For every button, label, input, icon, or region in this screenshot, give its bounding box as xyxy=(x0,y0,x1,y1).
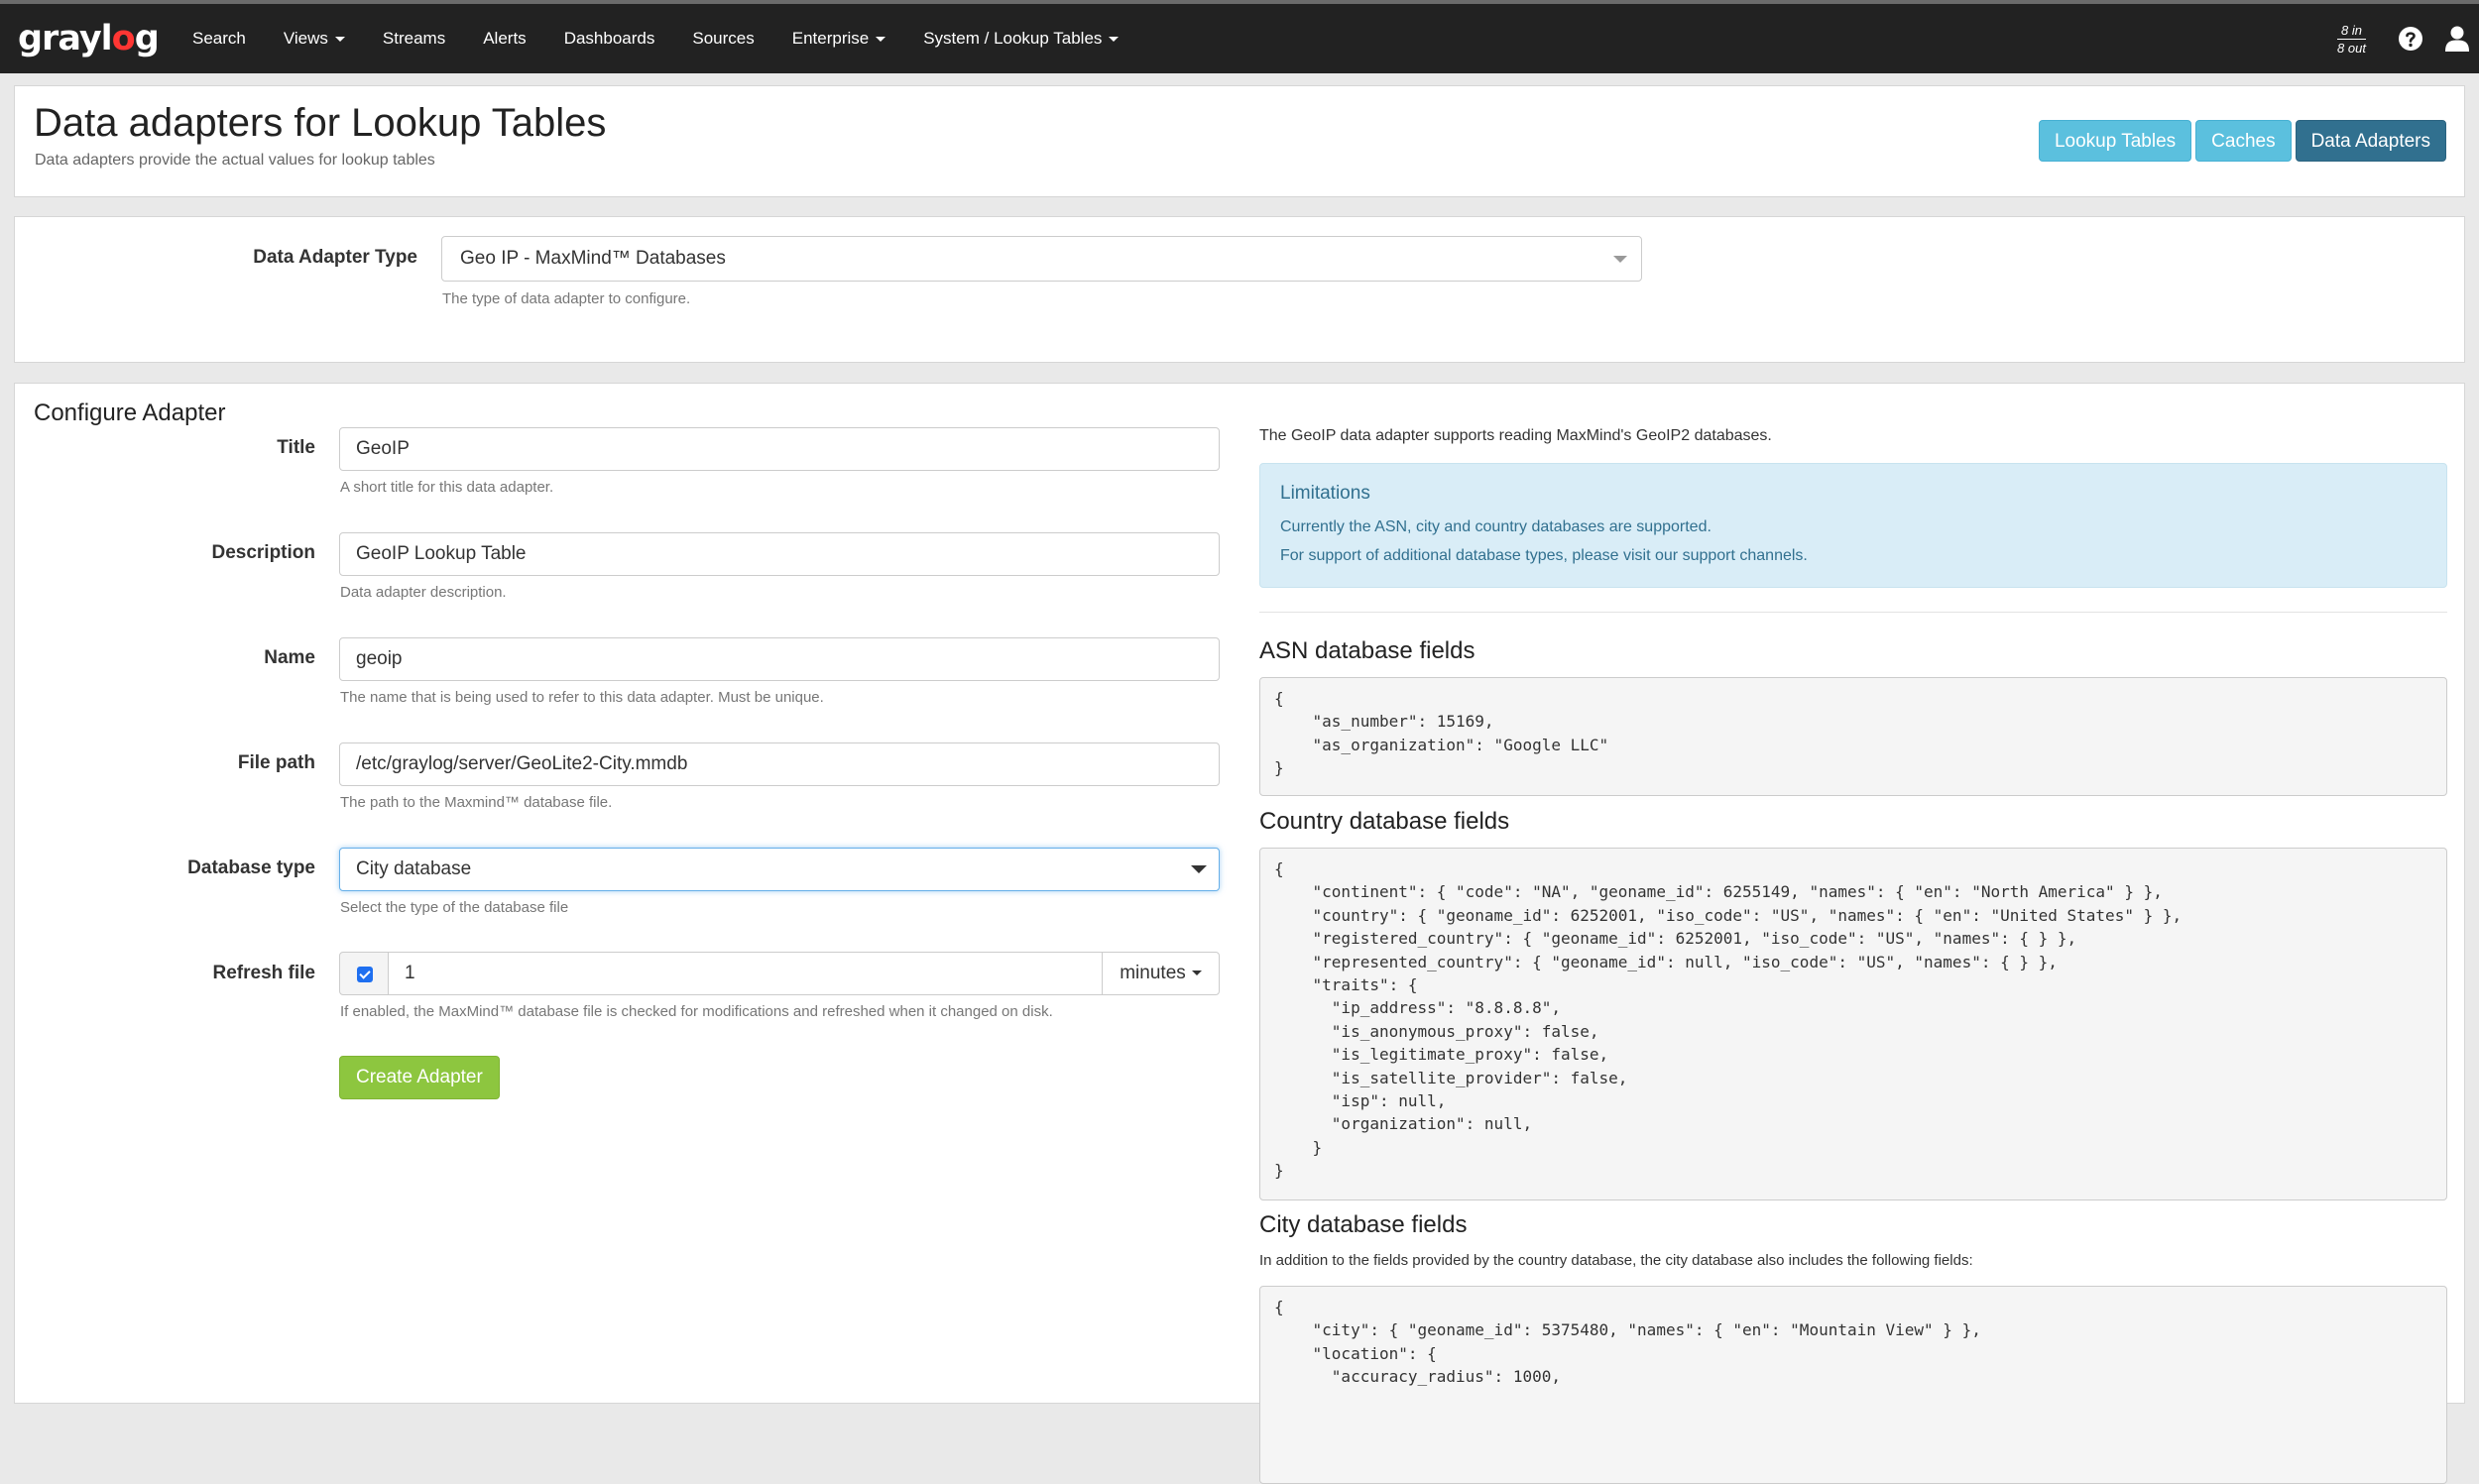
data-adapters-button[interactable]: Data Adapters xyxy=(2295,120,2446,162)
asn-fields-code: { "as_number": 15169, "as_organization":… xyxy=(1259,677,2447,796)
city-fields-note: In addition to the fields provided by th… xyxy=(1259,1252,1973,1269)
chevron-down-icon xyxy=(1109,36,1120,42)
nav-streams[interactable]: Streams xyxy=(364,4,464,73)
file-path-help: The path to the Maxmind™ database file. xyxy=(340,794,613,811)
navbar: graylog Search Views Streams Alerts Dash… xyxy=(0,4,2479,73)
refresh-unit-dropdown[interactable]: minutes xyxy=(1102,952,1220,995)
configure-adapter-panel: Configure Adapter Title GeoIP A short ti… xyxy=(14,383,2465,1484)
city-fields-title: City database fields xyxy=(1259,1211,1468,1238)
refresh-checkbox-addon xyxy=(339,952,389,995)
title-input[interactable]: GeoIP xyxy=(339,427,1220,471)
caches-button[interactable]: Caches xyxy=(2195,120,2292,162)
configure-adapter-title: Configure Adapter xyxy=(34,400,226,426)
country-fields-title: Country database fields xyxy=(1259,808,1510,835)
file-path-input[interactable]: /etc/graylog/server/GeoLite2-City.mmdb xyxy=(339,742,1220,786)
country-fields-code: { "continent": { "code": "NA", "geoname_… xyxy=(1259,848,2447,1200)
nav-dashboards[interactable]: Dashboards xyxy=(545,4,674,73)
throughput-in: 8 in xyxy=(2337,22,2366,40)
lookup-tables-button[interactable]: Lookup Tables xyxy=(2038,120,2192,162)
page-subtitle: Data adapters provide the actual values … xyxy=(35,152,435,169)
database-type-select[interactable]: City database xyxy=(339,848,1220,891)
logo-text: graylog xyxy=(18,19,160,58)
main-nav: Search Views Streams Alerts Dashboards S… xyxy=(174,4,1137,73)
refresh-interval-input[interactable]: 1 xyxy=(388,952,1103,995)
refresh-file-group: 1 minutes xyxy=(339,952,1220,995)
adapter-type-label: Data Adapter Type xyxy=(253,247,417,268)
name-input[interactable]: geoip xyxy=(339,637,1220,681)
chevron-down-icon xyxy=(1191,970,1202,976)
user-icon[interactable] xyxy=(2445,25,2469,53)
refresh-enabled-checkbox[interactable] xyxy=(357,967,373,982)
page-header-panel: Data adapters for Lookup Tables Data ada… xyxy=(14,85,2465,197)
refresh-file-label: Refresh file xyxy=(212,963,315,983)
title-help: A short title for this data adapter. xyxy=(340,479,554,496)
limitations-title: Limitations xyxy=(1280,483,1370,504)
nav-right: 8 in 8 out xyxy=(2337,4,2479,73)
divider xyxy=(1259,612,2447,613)
refresh-unit-label: minutes xyxy=(1120,963,1186,983)
page-title: Data adapters for Lookup Tables xyxy=(34,101,607,145)
description-help: Data adapter description. xyxy=(340,584,507,601)
nav-enterprise[interactable]: Enterprise xyxy=(773,4,904,73)
nav-sources[interactable]: Sources xyxy=(673,4,772,73)
database-type-help: Select the type of the database file xyxy=(340,899,569,916)
city-fields-code: { "city": { "geoname_id": 5375480, "name… xyxy=(1259,1286,2447,1484)
adapter-type-select[interactable]: Geo IP - MaxMind™ Databases xyxy=(441,236,1642,282)
chevron-down-icon xyxy=(876,36,886,42)
info-intro: The GeoIP data adapter supports reading … xyxy=(1259,427,1772,444)
limitations-alert: Limitations Currently the ASN, city and … xyxy=(1259,463,2447,588)
throughput-indicator[interactable]: 8 in 8 out xyxy=(2337,22,2366,57)
limitations-line-1: Currently the ASN, city and country data… xyxy=(1280,518,1712,535)
nav-alerts[interactable]: Alerts xyxy=(464,4,544,73)
nav-system[interactable]: System / Lookup Tables xyxy=(904,4,1137,73)
database-type-value: City database xyxy=(356,858,472,879)
nav-search[interactable]: Search xyxy=(174,4,265,73)
graylog-logo[interactable]: graylog xyxy=(18,19,160,58)
chevron-down-icon xyxy=(334,36,345,42)
refresh-file-help: If enabled, the MaxMind™ database file i… xyxy=(340,1003,1053,1020)
nav-views[interactable]: Views xyxy=(265,4,364,73)
database-type-label: Database type xyxy=(187,857,315,878)
asn-fields-title: ASN database fields xyxy=(1259,637,1476,664)
header-buttons: Lookup Tables Caches Data Adapters xyxy=(2035,120,2446,162)
description-input[interactable]: GeoIP Lookup Table xyxy=(339,532,1220,576)
help-icon[interactable] xyxy=(2398,26,2423,52)
adapter-type-help: The type of data adapter to configure. xyxy=(442,290,691,307)
description-label: Description xyxy=(211,542,315,563)
adapter-type-value: Geo IP - MaxMind™ Databases xyxy=(460,248,726,269)
name-label: Name xyxy=(264,647,315,668)
adapter-type-panel: Data Adapter Type Geo IP - MaxMind™ Data… xyxy=(14,216,2465,363)
throughput-out: 8 out xyxy=(2337,40,2366,56)
chevron-down-icon xyxy=(1613,256,1627,263)
limitations-line-2: For support of additional database types… xyxy=(1280,547,1808,564)
title-label: Title xyxy=(277,437,315,458)
file-path-label: File path xyxy=(237,752,315,773)
name-help: The name that is being used to refer to … xyxy=(340,689,824,706)
chevron-down-icon xyxy=(1191,865,1207,873)
create-adapter-button[interactable]: Create Adapter xyxy=(339,1056,500,1099)
